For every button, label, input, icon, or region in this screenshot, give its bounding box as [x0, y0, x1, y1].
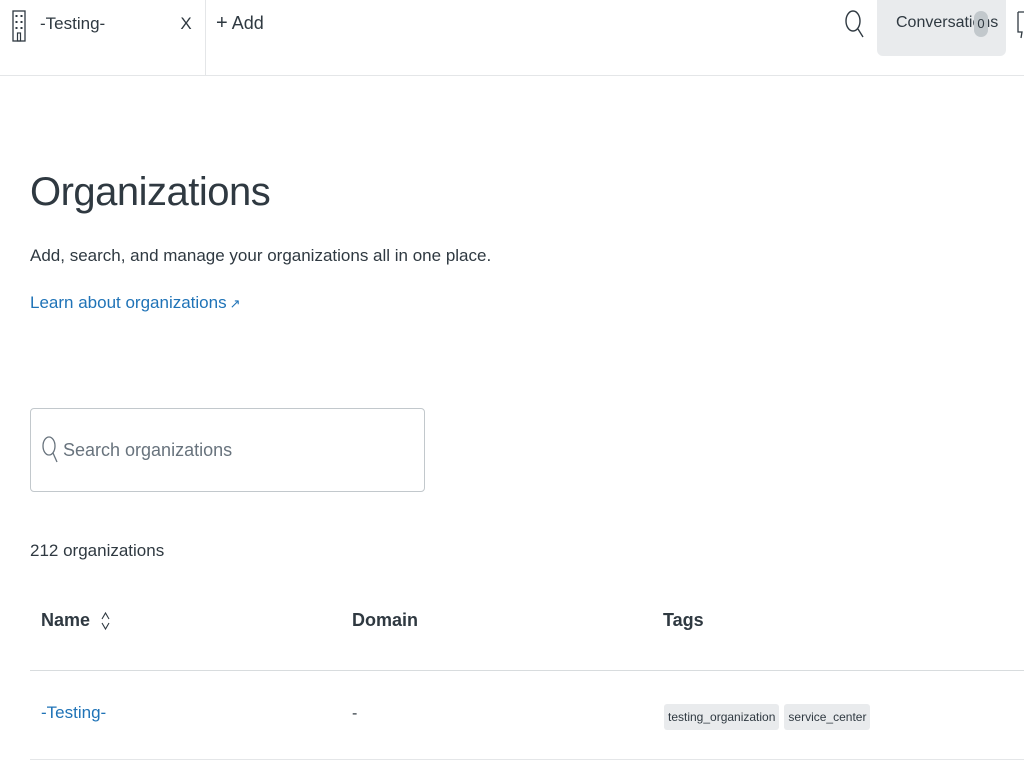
search-icon — [42, 436, 58, 463]
external-link-icon: ↗ — [229, 296, 241, 311]
column-header-name-label: Name — [41, 610, 91, 630]
add-tab-label: Add — [231, 13, 264, 33]
search-organizations-input[interactable] — [63, 433, 403, 467]
tab-label: -Testing- — [40, 14, 106, 33]
sort-icon — [101, 612, 110, 631]
conversations-button[interactable]: Conversations 0 — [877, 0, 1006, 56]
tab-testing[interactable]: -Testing- X — [0, 0, 206, 76]
organization-name-link[interactable]: -Testing- — [41, 703, 106, 723]
organization-tags: testing_organization service_center — [664, 704, 871, 730]
tab-close-button[interactable]: X — [177, 14, 195, 34]
organizations-count: 212 organizations — [30, 541, 165, 560]
page-title: Organizations — [30, 170, 271, 214]
conversations-count-badge: 0 — [974, 11, 988, 37]
tag-badge: testing_organization — [664, 704, 780, 730]
add-tab-button[interactable]: + Add — [216, 12, 264, 35]
search-organizations-box[interactable] — [30, 408, 425, 492]
page-subtitle: Add, search, and manage your organizatio… — [30, 246, 492, 265]
plus-icon: + — [216, 12, 228, 34]
building-icon — [12, 10, 26, 42]
top-bar: -Testing- X + Add Conversations 0 — [0, 0, 1024, 76]
learn-about-organizations-link[interactable]: Learn about organizations ↗ — [30, 293, 241, 313]
table-divider — [30, 759, 1024, 760]
learn-link-label: Learn about organizations — [30, 293, 227, 312]
column-header-tags: Tags — [663, 610, 704, 630]
tag-badge: service_center — [784, 704, 871, 730]
column-header-name[interactable]: Name — [41, 610, 110, 631]
chat-icon[interactable] — [1016, 10, 1024, 40]
search-icon[interactable] — [843, 9, 865, 39]
organization-domain: - — [352, 705, 358, 722]
table-divider — [30, 670, 1024, 671]
column-header-domain: Domain — [352, 610, 419, 630]
